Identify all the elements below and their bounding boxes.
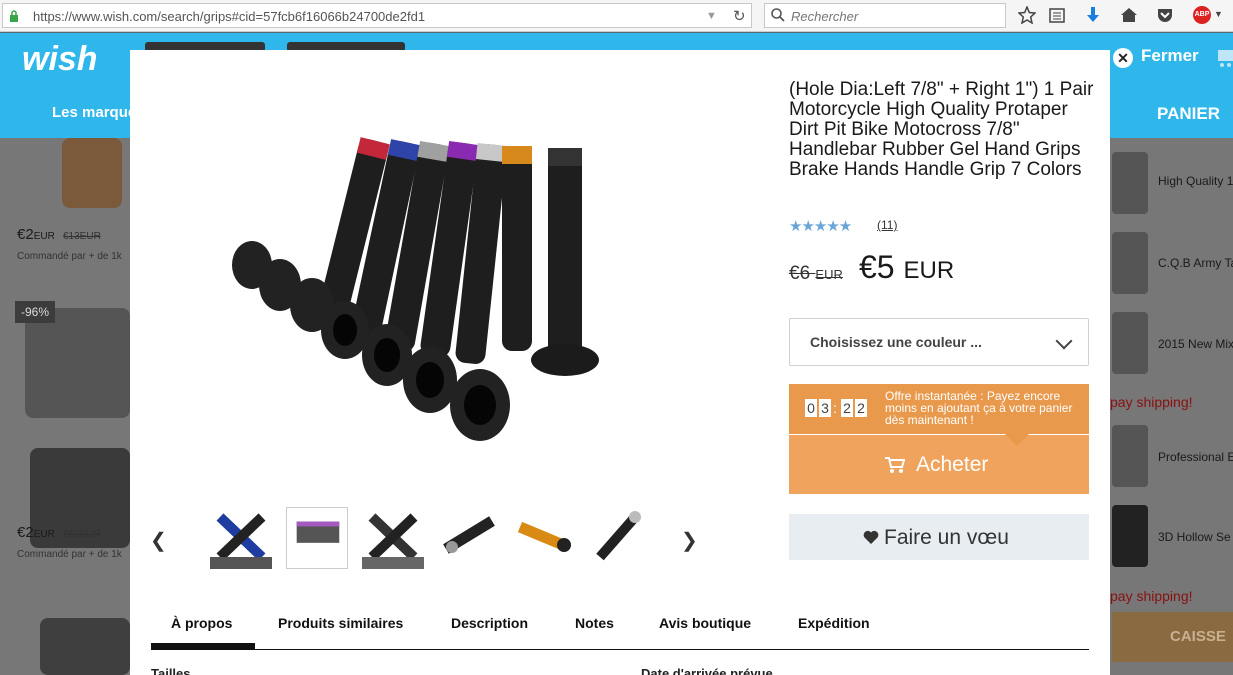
current-price: €5 EUR — [859, 249, 955, 285]
tab-similar-products[interactable]: Produits similaires — [278, 615, 403, 631]
color-select-placeholder: Choisissez une couleur ... — [810, 334, 982, 350]
reload-icon[interactable]: ↻ — [733, 7, 746, 25]
tab-store-reviews[interactable]: Avis boutique — [659, 615, 751, 631]
product-label[interactable]: High Quality 1 — [1158, 174, 1233, 188]
url-dropdown-icon[interactable]: ▼ — [706, 10, 717, 22]
offer-text: Offre instantanée : Payez encore moins e… — [885, 389, 1073, 427]
product-thumbnail[interactable] — [1112, 152, 1148, 214]
lock-icon — [10, 10, 18, 22]
thumbnail-image[interactable] — [514, 507, 576, 569]
adblock-dropdown-icon[interactable]: ▼ — [1214, 9, 1223, 19]
timer-digit: 2 — [841, 399, 853, 417]
wishlist-button[interactable]: Faire un vœu — [789, 514, 1089, 560]
product-thumbnail[interactable] — [1112, 312, 1148, 374]
old-price: €6 EUR — [789, 263, 843, 284]
pocket-icon[interactable] — [1156, 6, 1174, 24]
rating-stars-icon: ★★★★★ — [789, 218, 852, 235]
thumbnail-image[interactable] — [362, 507, 424, 569]
browser-search-input[interactable]: Rechercher — [764, 3, 1006, 28]
thumbnail-prev-icon[interactable]: ❮ — [150, 528, 167, 553]
cart-icon[interactable] — [1218, 48, 1233, 68]
product-label[interactable]: 2015 New Mix — [1158, 337, 1233, 351]
tab-ratings[interactable]: Notes — [575, 615, 614, 631]
tab-shipping[interactable]: Expédition — [798, 615, 870, 631]
product-image[interactable] — [40, 618, 130, 675]
product-grid-left — [0, 138, 130, 675]
timer-colon: : — [833, 400, 837, 416]
buy-button[interactable]: Acheter — [789, 435, 1089, 494]
chevron-down-icon — [1055, 332, 1073, 350]
nav-cart[interactable]: PANIER — [1157, 104, 1220, 124]
product-thumbnail[interactable] — [1112, 505, 1148, 567]
instant-offer-banner: 0 3 : 2 2 Offre instantanée : Payez enco… — [789, 384, 1089, 434]
offer-notch — [1005, 434, 1029, 446]
home-icon[interactable] — [1120, 6, 1138, 24]
bookmark-star-icon[interactable] — [1018, 6, 1036, 24]
adblock-icon[interactable]: ABP — [1193, 6, 1211, 24]
tab-about[interactable]: À propos — [171, 615, 232, 631]
product-label[interactable]: C.Q.B Army Ta — [1158, 256, 1233, 270]
heart-icon — [863, 530, 879, 544]
close-button[interactable]: ✕ Fermer — [1113, 46, 1199, 68]
cart-icon — [885, 457, 905, 473]
product-old-price: €13EUR — [63, 231, 101, 242]
active-tab-indicator — [151, 643, 255, 649]
product-image[interactable] — [25, 308, 130, 418]
discount-badge: -96% — [15, 301, 55, 323]
download-icon[interactable] — [1084, 6, 1102, 24]
product-label[interactable]: Professional E — [1158, 450, 1233, 464]
url-text: https://www.wish.com/search/grips#cid=57… — [33, 9, 426, 24]
shipping-text: pay shipping! — [1110, 394, 1193, 410]
section-heading-arrival: Date d'arrivée prévue — [641, 666, 773, 675]
timer-digit: 3 — [819, 399, 831, 417]
close-icon: ✕ — [1113, 48, 1133, 68]
wish-logo[interactable]: wish — [22, 40, 98, 79]
address-bar[interactable]: https://www.wish.com/search/grips#cid=57… — [2, 3, 752, 28]
product-label[interactable]: 3D Hollow Se — [1158, 530, 1231, 544]
tab-description[interactable]: Description — [451, 615, 528, 631]
product-ordered: Commandé par + de 1k — [17, 549, 122, 560]
search-icon — [771, 8, 785, 22]
product-main-image[interactable] — [230, 130, 630, 470]
product-modal: ❮ ❯ (Hole Dia:Left 7/8" + Right 1") 1 Pa… — [130, 50, 1110, 675]
section-heading-sizes: Tailles — [151, 666, 191, 675]
thumbnail-next-icon[interactable]: ❯ — [681, 528, 698, 553]
buy-label: Acheter — [916, 453, 989, 476]
product-image[interactable] — [62, 138, 122, 208]
product-thumbnail[interactable] — [1112, 232, 1148, 294]
product-price: €2EUR — [17, 226, 55, 243]
search-placeholder: Rechercher — [791, 9, 859, 24]
thumbnail-image[interactable] — [590, 507, 652, 569]
browser-toolbar: https://www.wish.com/search/grips#cid=57… — [0, 0, 1233, 32]
timer-digit: 2 — [855, 399, 867, 417]
wishlist-label: Faire un vœu — [884, 526, 1009, 549]
nav-brands[interactable]: Les marque — [52, 104, 136, 121]
product-thumbnail[interactable] — [1112, 425, 1148, 487]
thumbnail-image-selected[interactable] — [286, 507, 348, 569]
product-price: €2EUR — [17, 524, 55, 541]
checkout-button[interactable]: CAISSE — [1112, 612, 1233, 662]
timer-digit: 0 — [805, 399, 817, 417]
product-title: (Hole Dia:Left 7/8" + Right 1") 1 Pair M… — [789, 79, 1094, 180]
product-tabs: À propos Produits similaires Description… — [151, 602, 1089, 650]
shipping-text: pay shipping! — [1110, 588, 1193, 604]
product-ordered: Commandé par + de 1k — [17, 251, 122, 262]
product-old-price: €60EUR — [63, 529, 101, 540]
rating-count[interactable]: (11) — [877, 218, 897, 232]
color-select[interactable]: Choisissez une couleur ... — [789, 318, 1089, 366]
thumbnail-image[interactable] — [438, 507, 500, 569]
reading-list-icon[interactable] — [1048, 6, 1066, 24]
thumbnail-image[interactable] — [210, 507, 272, 569]
